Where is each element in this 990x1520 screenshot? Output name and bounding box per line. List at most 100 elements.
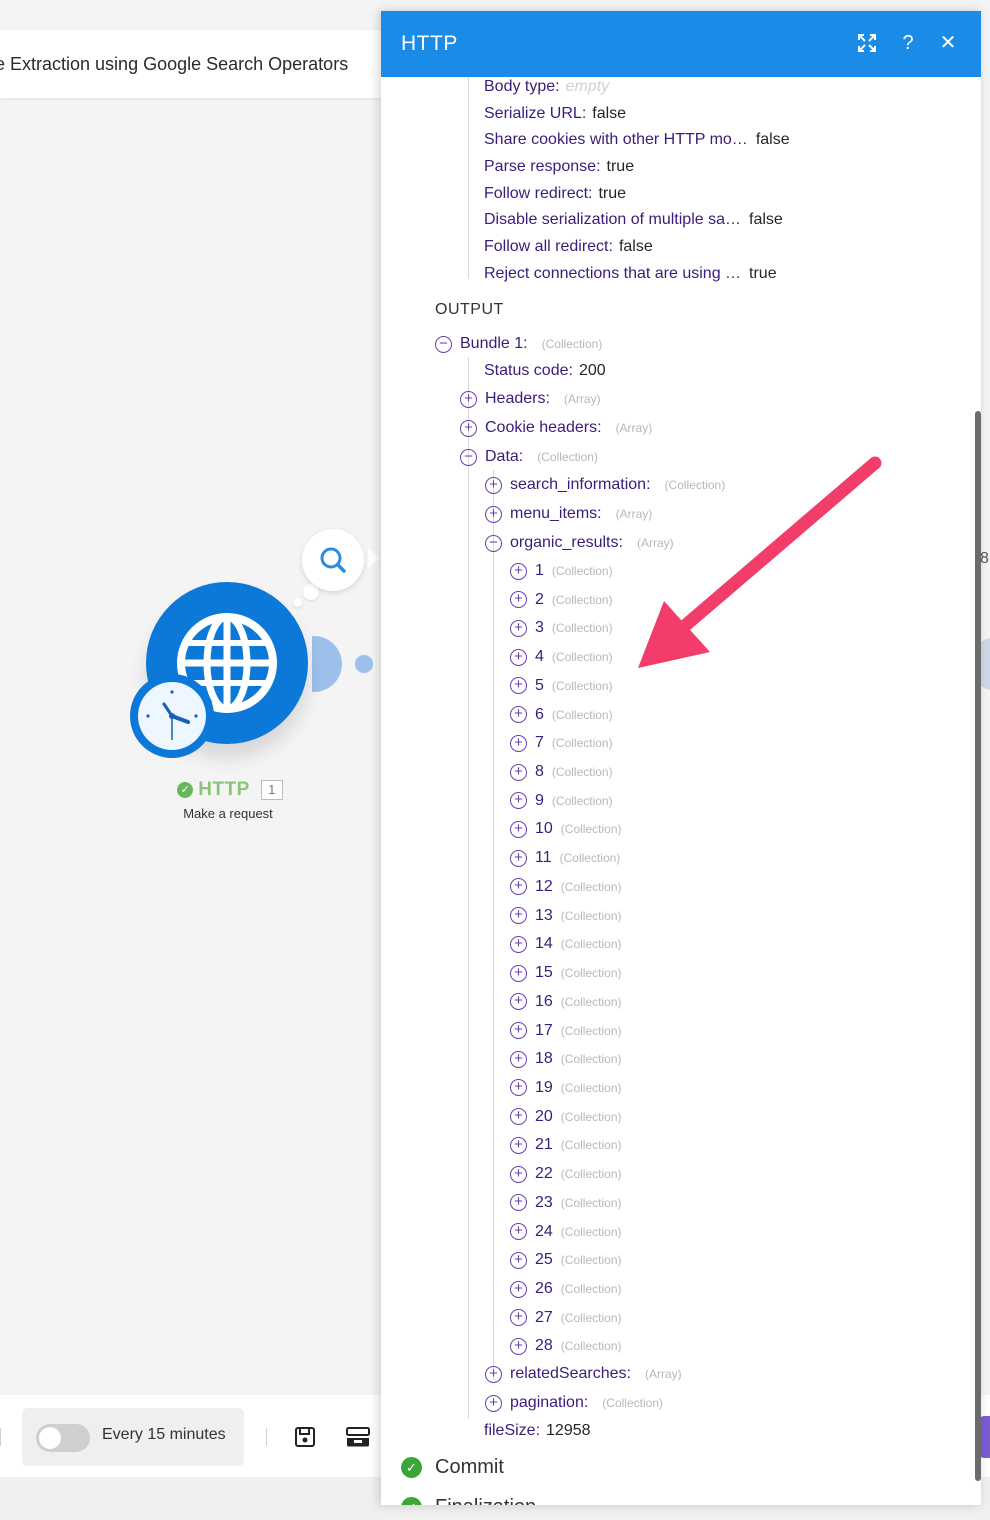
organic-result-row[interactable]: +16 (Collection) <box>510 990 621 1014</box>
expand-node-icon[interactable]: + <box>510 1223 527 1241</box>
bundle-child-row[interactable]: − Data: (Collection) <box>460 445 598 469</box>
expand-icon[interactable] <box>855 31 879 55</box>
blueprint-icon[interactable] <box>345 1425 370 1449</box>
expand-node-icon[interactable]: + <box>485 1365 502 1383</box>
expand-node-icon[interactable]: + <box>510 677 527 695</box>
organic-result-row[interactable]: +6 (Collection) <box>510 703 613 727</box>
data-child-row[interactable]: + relatedSearches: (Array) <box>485 1362 682 1386</box>
expand-node-icon[interactable]: + <box>510 1280 527 1298</box>
organic-result-row[interactable]: +12 (Collection) <box>510 875 621 899</box>
search-bubble[interactable] <box>302 529 364 591</box>
organic-result-row[interactable]: +10 (Collection) <box>510 817 621 841</box>
collapse-icon[interactable]: − <box>435 335 452 353</box>
expand-node-icon[interactable]: + <box>510 820 527 838</box>
expand-node-icon[interactable]: + <box>460 419 477 437</box>
organic-result-row[interactable]: +23 (Collection) <box>510 1191 621 1215</box>
expand-node-icon[interactable]: + <box>510 792 527 810</box>
expand-node-icon[interactable]: + <box>510 562 527 580</box>
organic-result-row[interactable]: +11 (Collection) <box>510 846 620 870</box>
expand-node-icon[interactable]: + <box>510 964 527 982</box>
organic-result-row[interactable]: +8 (Collection) <box>510 760 613 784</box>
row-type: (Collection) <box>551 678 613 693</box>
data-child-row[interactable]: + search_information: (Collection) <box>485 473 725 497</box>
bundle-row[interactable]: − Bundle 1: (Collection) <box>435 332 602 356</box>
collapse-icon[interactable]: − <box>485 534 502 552</box>
organic-result-row[interactable]: +13 (Collection) <box>510 904 621 928</box>
module-connector[interactable] <box>312 636 342 692</box>
expand-node-icon[interactable]: + <box>510 935 527 953</box>
organic-result-row[interactable]: +26 (Collection) <box>510 1277 621 1301</box>
bundle-child-row[interactable]: + Headers: (Array) <box>460 387 601 411</box>
expand-node-icon[interactable]: + <box>510 1079 527 1097</box>
schedule-label[interactable]: Every 15 minutes <box>102 1426 226 1444</box>
module-subtitle: Make a request <box>183 806 273 821</box>
expand-node-icon[interactable]: + <box>510 1050 527 1068</box>
row-type: (Collection) <box>664 478 726 492</box>
organic-result-row[interactable]: +17 (Collection) <box>510 1019 621 1043</box>
expand-node-icon[interactable]: + <box>510 993 527 1011</box>
organic-result-row[interactable]: +15 (Collection) <box>510 961 621 985</box>
data-child-row[interactable]: + menu_items: (Array) <box>485 502 652 526</box>
row-type: (Collection) <box>560 1310 622 1325</box>
organic-result-row[interactable]: +18 (Collection) <box>510 1047 621 1071</box>
data-child-row[interactable]: + pagination: (Collection) <box>485 1391 663 1415</box>
expand-node-icon[interactable]: + <box>460 390 477 408</box>
row-type: (Collection) <box>560 1023 622 1038</box>
right-edge-button[interactable] <box>980 1416 990 1458</box>
row-key: 4 <box>535 648 544 666</box>
expand-node-icon[interactable]: + <box>510 648 527 666</box>
expand-node-icon[interactable]: + <box>510 878 527 896</box>
expand-node-icon[interactable]: + <box>510 1337 527 1355</box>
row-key: 21 <box>535 1136 553 1154</box>
row-colon: : <box>555 78 560 95</box>
expand-node-icon[interactable]: + <box>485 505 502 523</box>
expand-node-icon[interactable]: + <box>510 1108 527 1126</box>
expand-node-icon[interactable]: + <box>510 1309 527 1327</box>
expand-node-icon[interactable]: + <box>510 706 527 724</box>
organic-result-row[interactable]: +25 (Collection) <box>510 1248 621 1272</box>
organic-result-row[interactable]: +21 (Collection) <box>510 1133 621 1157</box>
expand-node-icon[interactable]: + <box>510 1136 527 1154</box>
schedule-clock-badge[interactable] <box>130 674 214 758</box>
expand-node-icon[interactable]: + <box>510 1022 527 1040</box>
expand-node-icon[interactable]: + <box>510 1165 527 1183</box>
collapse-icon[interactable]: − <box>460 448 477 466</box>
data-child-row[interactable]: − organic_results: (Array) <box>485 531 674 555</box>
organic-result-row[interactable]: +2 (Collection) <box>510 588 613 612</box>
expand-node-icon[interactable]: + <box>510 619 527 637</box>
expand-node-icon[interactable]: + <box>510 763 527 781</box>
status-row[interactable]: ✓ Finalization <box>401 1493 536 1505</box>
organic-result-row[interactable]: +27 (Collection) <box>510 1306 621 1330</box>
help-icon[interactable]: ? <box>896 31 920 55</box>
organic-result-row[interactable]: +28 (Collection) <box>510 1334 621 1358</box>
organic-result-row[interactable]: +9 (Collection) <box>510 789 613 813</box>
bundle-child-row[interactable]: + Cookie headers: (Array) <box>460 416 652 440</box>
row-key: Serialize URL <box>484 105 582 122</box>
expand-node-icon[interactable]: + <box>510 1194 527 1212</box>
expand-node-icon[interactable]: + <box>510 849 527 867</box>
organic-result-row[interactable]: +20 (Collection) <box>510 1105 621 1129</box>
expand-node-icon[interactable]: + <box>485 1394 502 1412</box>
organic-result-row[interactable]: +22 (Collection) <box>510 1162 621 1186</box>
operation-count-badge[interactable]: 1 <box>260 780 283 800</box>
organic-result-row[interactable]: +3 (Collection) <box>510 616 613 640</box>
organic-result-row[interactable]: +19 (Collection) <box>510 1076 621 1100</box>
expand-node-icon[interactable]: + <box>510 907 527 925</box>
scenario-title-bar[interactable]: e Extraction using Google Search Operato… <box>0 30 395 98</box>
expand-node-icon[interactable]: + <box>510 591 527 609</box>
panel-body[interactable]: Body type: empty Serialize URL: false Share … <box>381 77 981 1505</box>
organic-result-row[interactable]: +1 (Collection) <box>510 559 613 583</box>
close-icon[interactable]: ✕ <box>936 31 960 55</box>
scheduling-toggle[interactable] <box>36 1424 90 1452</box>
organic-result-row[interactable]: +24 (Collection) <box>510 1220 621 1244</box>
organic-result-row[interactable]: +5 (Collection) <box>510 674 613 698</box>
status-row[interactable]: ✓ Commit <box>401 1453 504 1481</box>
expand-node-icon[interactable]: + <box>510 1251 527 1269</box>
save-icon[interactable] <box>293 1425 317 1449</box>
panel-scrollbar[interactable] <box>975 411 981 1481</box>
organic-result-row[interactable]: +14 (Collection) <box>510 932 621 956</box>
expand-node-icon[interactable]: + <box>510 734 527 752</box>
expand-node-icon[interactable]: + <box>485 476 502 494</box>
organic-result-row[interactable]: +7 (Collection) <box>510 731 613 755</box>
organic-result-row[interactable]: +4 (Collection) <box>510 645 613 669</box>
